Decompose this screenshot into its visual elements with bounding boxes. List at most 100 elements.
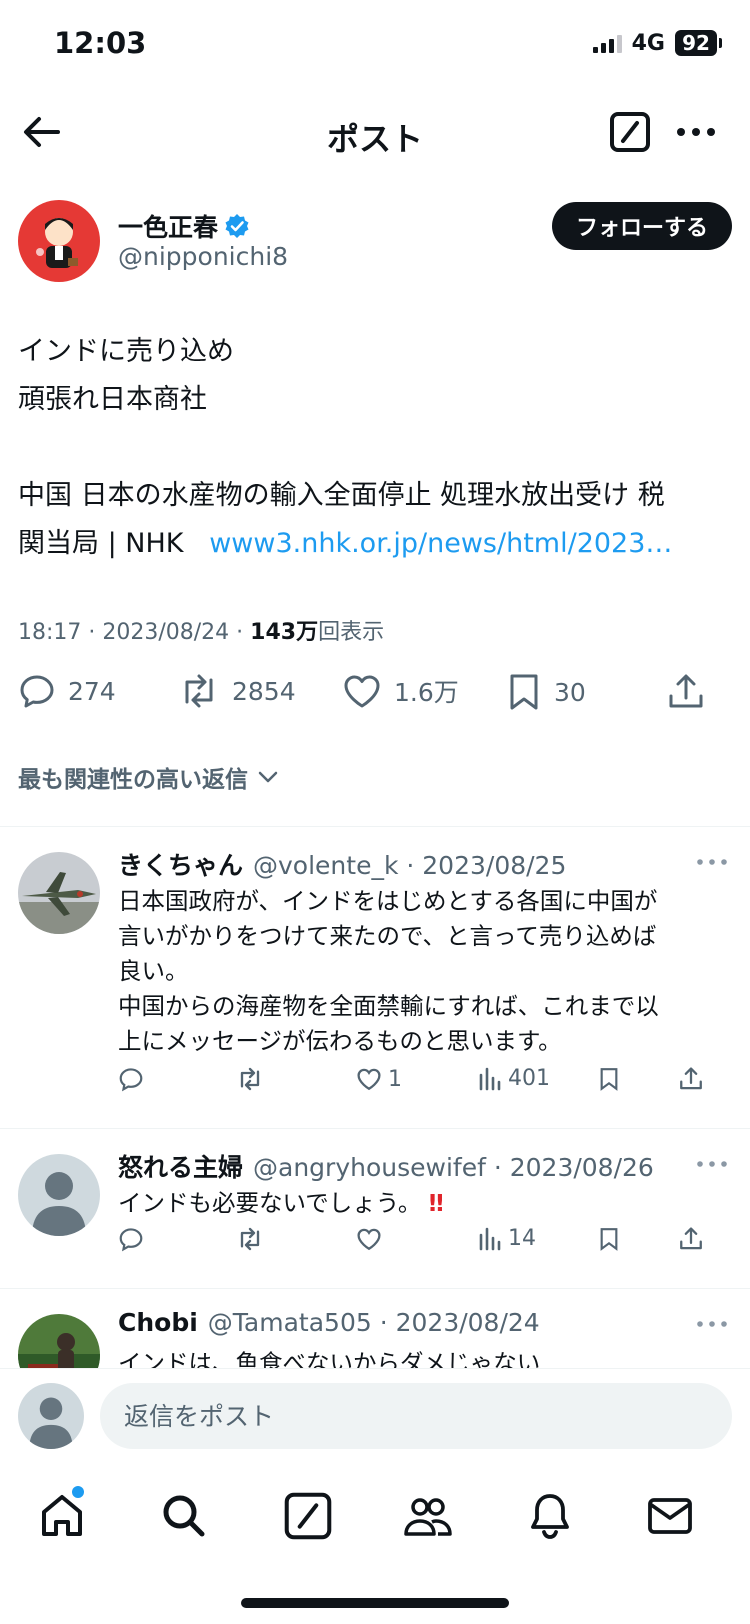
repost-icon [240, 1067, 260, 1091]
battery-icon: 92 [675, 30, 722, 56]
author-handle[interactable]: @nipponichi8 [118, 242, 288, 271]
post-link[interactable]: www3.nhk.or.jp/news/html/2023… [209, 528, 672, 559]
post-body: インドに売り込め 頑張れ日本商社 中国 日本の水産物の輸入全面停止 処理水放出受… [18, 328, 732, 568]
reply-more-button[interactable] [694, 1314, 730, 1334]
reply-item[interactable]: Chobi @Tamata505 · 2023/08/24 インドは、魚食べない… [0, 1288, 750, 1368]
reply-author-meta[interactable]: @volente_k · 2023/08/25 [253, 851, 566, 880]
double-exclamation-emoji: ‼ [428, 1189, 444, 1217]
reply-icon [20, 675, 54, 708]
repost-action[interactable]: 2854 [178, 672, 296, 710]
bar-chart-icon [479, 1067, 501, 1090]
reply-count: 274 [68, 676, 116, 706]
reply-sort-label: 最も関連性の高い返信 [18, 767, 248, 793]
reply-view-count: 14 [508, 1226, 536, 1251]
reply-repost-action[interactable] [236, 1226, 264, 1252]
reply-author-name[interactable]: きくちゃん [118, 846, 243, 882]
share-icon [680, 1067, 702, 1090]
reply-author-name[interactable]: Chobi [118, 1308, 198, 1337]
author-name-row: 一色正春 [118, 208, 250, 244]
more-horizontal-icon [697, 1321, 727, 1327]
reply-line: インドは、魚食べないからダメじゃない [118, 1349, 541, 1368]
reply-share-action[interactable] [678, 1066, 704, 1092]
share-icon [680, 1227, 702, 1250]
reply-avatar[interactable] [18, 1314, 100, 1368]
reply-bookmark-action[interactable] [598, 1226, 620, 1252]
network-label: 4G [631, 30, 665, 56]
reply-author-meta[interactable]: @Tamata505 · 2023/08/24 [208, 1308, 540, 1337]
tab-communities[interactable] [402, 1490, 454, 1542]
bookmark-count: 30 [554, 677, 586, 707]
reply-avatar[interactable] [18, 852, 100, 934]
reply-views[interactable]: 14 [478, 1226, 536, 1251]
reply-avatar[interactable] [18, 1154, 100, 1236]
bookmark-icon [510, 674, 538, 710]
post-timestamp[interactable]: 18:17 · 2023/08/24 · [18, 620, 250, 645]
bookmark-icon [600, 1068, 618, 1091]
reply-text: インドは、魚食べないからダメじゃない [118, 1346, 732, 1368]
reply-sort-selector[interactable]: 最も関連性の高い返信 [18, 760, 280, 794]
reply-like-action[interactable] [356, 1226, 388, 1252]
bar-chart-icon [479, 1227, 501, 1250]
heart-icon [344, 675, 380, 708]
current-user-avatar[interactable] [18, 1383, 84, 1449]
share-action[interactable] [666, 672, 706, 712]
reply-author-meta[interactable]: @angryhousewifef · 2023/08/26 [253, 1153, 654, 1182]
heart-icon [357, 1068, 381, 1091]
reply-line: インドも必要ないでしょう。 ‼ [118, 1186, 732, 1221]
reply-actions: 14 [118, 1226, 732, 1256]
post-line: 頑張れ日本商社 [18, 384, 207, 415]
compose-button[interactable] [608, 110, 652, 154]
reply-input[interactable] [100, 1383, 732, 1449]
author-avatar[interactable] [18, 200, 100, 282]
airplane-photo [18, 852, 100, 934]
bottom-tab-bar [0, 1476, 750, 1556]
tab-notifications[interactable] [524, 1490, 576, 1542]
signal-icon [592, 33, 622, 53]
more-horizontal-icon [677, 128, 715, 136]
reply-header: 怒れる主婦 @angryhousewifef · 2023/08/26 [118, 1148, 654, 1184]
default-avatar-icon [18, 1383, 84, 1449]
person-photo [18, 1314, 100, 1368]
tab-search[interactable] [158, 1490, 210, 1542]
reply-like-count: 1 [388, 1066, 402, 1092]
bookmark-action[interactable]: 30 [506, 672, 586, 712]
reply-header: Chobi @Tamata505 · 2023/08/24 [118, 1308, 540, 1337]
reply-bookmark-action[interactable] [598, 1066, 620, 1092]
repost-icon [185, 674, 213, 708]
bell-icon [531, 1494, 569, 1539]
more-options-button[interactable] [672, 110, 720, 154]
reply-text: 日本国政府が、インドをはじめとする各国に中国が 言いがかりをつけて来たので、と言… [118, 884, 732, 1059]
verified-badge-icon [225, 214, 249, 238]
tab-messages[interactable] [644, 1490, 696, 1542]
follow-button[interactable]: フォローする [551, 202, 732, 250]
reply-reply-action[interactable] [118, 1226, 144, 1252]
reply-icon [119, 1068, 143, 1092]
reply-author-name[interactable]: 怒れる主婦 [118, 1148, 243, 1184]
reply-like-action[interactable]: 1 [356, 1066, 402, 1092]
status-time: 12:03 [54, 26, 147, 60]
reply-composer-bar [0, 1368, 750, 1468]
repost-icon [240, 1227, 260, 1251]
compose-icon [284, 1492, 332, 1540]
reply-action[interactable]: 274 [18, 672, 116, 710]
home-icon [42, 1495, 82, 1536]
like-action[interactable]: 1.6万 [342, 672, 459, 710]
reply-views[interactable]: 401 [478, 1066, 550, 1091]
reply-reply-action[interactable] [118, 1066, 144, 1092]
reply-item[interactable]: 怒れる主婦 @angryhousewifef · 2023/08/26 インドも… [0, 1128, 750, 1288]
tab-home[interactable] [36, 1486, 88, 1542]
tab-compose[interactable] [282, 1490, 334, 1542]
reply-more-button[interactable] [694, 1154, 730, 1174]
compose-icon [610, 112, 650, 152]
status-bar: 12:03 4G 92 [0, 0, 750, 90]
reply-item[interactable]: きくちゃん @volente_k · 2023/08/25 日本国政府が、インド… [0, 826, 750, 1128]
reply-more-button[interactable] [694, 852, 730, 872]
author-name[interactable]: 一色正春 [118, 208, 218, 244]
reply-share-action[interactable] [678, 1226, 704, 1252]
view-count-label: 回表示 [318, 620, 385, 645]
reply-line: 良い。 [118, 957, 189, 985]
battery-level: 92 [675, 30, 717, 56]
more-horizontal-icon [697, 1161, 727, 1167]
home-indicator[interactable] [241, 1598, 509, 1608]
reply-repost-action[interactable] [236, 1066, 264, 1092]
